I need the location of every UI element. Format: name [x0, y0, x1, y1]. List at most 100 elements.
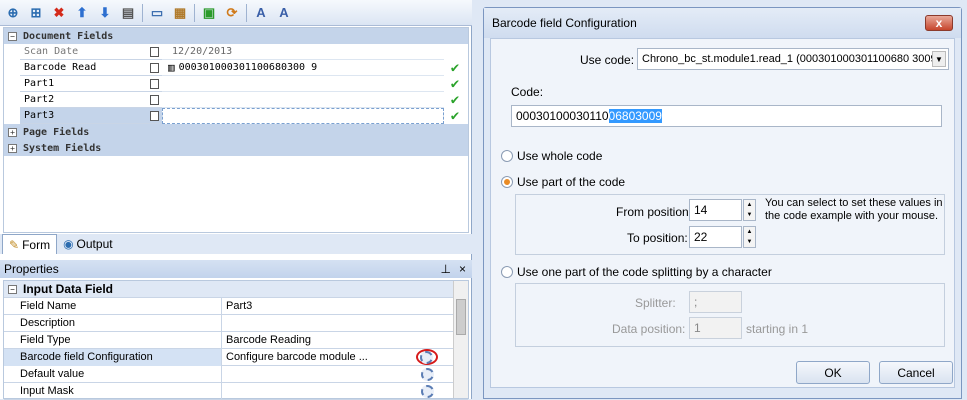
refresh-icon[interactable]: ⟳	[223, 4, 241, 22]
scrollbar[interactable]	[453, 281, 468, 398]
prop-row-default-value[interactable]: Default value	[4, 365, 468, 383]
field-row-scan-date[interactable]: Scan Date 12/20/2013	[4, 44, 468, 60]
ok-button[interactable]: OK	[796, 361, 870, 384]
dialog-title: Barcode field Configuration	[492, 16, 637, 30]
comment-icon[interactable]: ▭	[148, 4, 166, 22]
to-position-input[interactable]: 22	[689, 226, 742, 248]
code-field[interactable]: 00030100030110 06803009	[511, 105, 942, 127]
field-row-part1[interactable]: Part1 ✔	[4, 76, 468, 92]
expand-icon[interactable]: +	[8, 143, 17, 153]
properties-grid: − Input Data Field Field Name Part3 Descri…	[3, 280, 469, 400]
prop-row-description[interactable]: Description	[4, 314, 468, 332]
radio-whole-code[interactable]	[501, 150, 513, 162]
group-label: Document Fields	[23, 30, 114, 42]
close-button[interactable]: x	[925, 15, 953, 31]
globe-icon: ◉	[63, 237, 74, 251]
prop-value: Part3	[226, 300, 253, 312]
field-row-part3[interactable]: Part3 ✔	[4, 108, 468, 124]
field-name: Part2	[24, 94, 55, 105]
document-icon	[150, 110, 159, 121]
gear-icon[interactable]	[421, 367, 434, 381]
field-row-barcode-read[interactable]: Barcode Read ▥ 000301000301100680300 9 ✔	[4, 60, 468, 76]
from-stepper[interactable]: ▲ ▼	[743, 199, 756, 221]
prop-value: Barcode Reading	[226, 334, 312, 346]
use-code-select[interactable]: Chrono_bc_st.module1.read_1 (00030100030…	[637, 48, 949, 70]
group-system-fields[interactable]: + System Fields	[4, 140, 468, 156]
dialog-titlebar: Barcode field Configuration x	[484, 8, 961, 38]
splitter-label: Splitter:	[635, 296, 676, 310]
font-icon[interactable]: A	[252, 4, 270, 22]
check-icon: ✔	[450, 60, 460, 76]
prop-row-field-type[interactable]: Field Type Barcode Reading	[4, 331, 468, 349]
to-label: To position:	[627, 231, 688, 245]
from-value: 14	[694, 203, 708, 217]
document-icon	[150, 94, 159, 105]
chevron-up-icon[interactable]: ▲	[747, 229, 753, 235]
document-icon	[150, 46, 159, 57]
expand-icon[interactable]: +	[8, 127, 17, 137]
pin-icon[interactable]: ⊥	[441, 262, 451, 276]
toolbar: ⊕ ⊞ ✖ ⬆ ⬇ ▤ ▭ ▦ ▣ ⟳ A A	[0, 0, 472, 26]
code-text: 00030100030110	[516, 109, 609, 123]
check-icon: ✔	[450, 76, 460, 92]
font-color-icon[interactable]: A	[275, 4, 293, 22]
document-icon	[150, 62, 159, 73]
prop-row-input-mask[interactable]: Input Mask	[4, 382, 468, 400]
toolbar-separator	[246, 3, 247, 22]
gear-icon[interactable]	[421, 384, 434, 398]
field-value: 000301000301100680300 9	[178, 62, 318, 73]
cancel-button[interactable]: Cancel	[879, 361, 953, 384]
properties-title: Properties	[4, 262, 59, 276]
configure-icon[interactable]: ▦	[171, 4, 189, 22]
prop-label: Default value	[4, 365, 222, 383]
to-value: 22	[694, 230, 708, 244]
chevron-down-icon[interactable]: ▼	[747, 212, 753, 218]
chevron-down-icon[interactable]: ▼	[747, 239, 753, 245]
category-row[interactable]: − Input Data Field	[4, 281, 468, 298]
tab-output[interactable]: ◉ Output	[57, 234, 119, 254]
radio-part-code[interactable]	[501, 176, 513, 188]
use-code-label: Use code:	[580, 53, 635, 67]
move-up-icon[interactable]: ⬆	[73, 4, 91, 22]
to-stepper[interactable]: ▲ ▼	[743, 226, 756, 248]
check-icon: ✔	[450, 108, 460, 124]
move-down-icon[interactable]: ⬇	[96, 4, 114, 22]
close-icon: x	[935, 16, 943, 30]
field-name: Scan Date	[24, 46, 79, 57]
gear-icon	[420, 351, 433, 364]
group-page-fields[interactable]: + Page Fields	[4, 124, 468, 140]
ok-label: OK	[824, 365, 842, 380]
code-label: Code:	[511, 85, 544, 99]
prop-row-field-name[interactable]: Field Name Part3	[4, 297, 468, 315]
add-field-icon[interactable]: ⊕	[4, 4, 22, 22]
field-name: Barcode Read	[24, 62, 97, 73]
data-position-value: 1	[694, 321, 701, 335]
chevron-up-icon[interactable]: ▲	[747, 202, 753, 208]
gear-icon[interactable]	[416, 349, 438, 365]
delete-icon[interactable]: ✖	[50, 4, 68, 22]
field-name: Part1	[24, 78, 55, 89]
capture-icon[interactable]: ▣	[200, 4, 218, 22]
main-window: ⊕ ⊞ ✖ ⬆ ⬇ ▤ ▭ ▦ ▣ ⟳ A A − Document Fields…	[0, 0, 472, 400]
chevron-down-icon: ▼	[932, 51, 946, 67]
insert-field-icon[interactable]: ⊞	[27, 4, 45, 22]
splitter-value: ;	[694, 295, 698, 309]
tab-label: Output	[76, 237, 113, 251]
splitter-input[interactable]: ;	[689, 291, 742, 313]
prop-label: Field Type	[4, 331, 222, 349]
group-document-fields[interactable]: − Document Fields	[4, 28, 468, 44]
form-icon: ✎	[9, 237, 20, 252]
collapse-icon[interactable]: −	[8, 284, 17, 294]
scroll-thumb[interactable]	[456, 299, 466, 335]
close-icon[interactable]: ×	[459, 262, 466, 276]
group-label: Page Fields	[23, 126, 90, 138]
field-row-part2[interactable]: Part2 ✔	[4, 92, 468, 108]
collapse-icon[interactable]: −	[8, 31, 17, 41]
tab-form[interactable]: ✎ Form	[2, 234, 58, 254]
prop-row-barcode-config[interactable]: Barcode field Configuration Configure bar…	[4, 348, 468, 366]
properties-icon[interactable]: ▤	[119, 4, 137, 22]
radio-split-code[interactable]	[501, 266, 513, 278]
data-position-input[interactable]: 1	[689, 317, 742, 339]
field-value: 12/20/2013	[172, 46, 233, 57]
from-position-input[interactable]: 14	[689, 199, 742, 221]
